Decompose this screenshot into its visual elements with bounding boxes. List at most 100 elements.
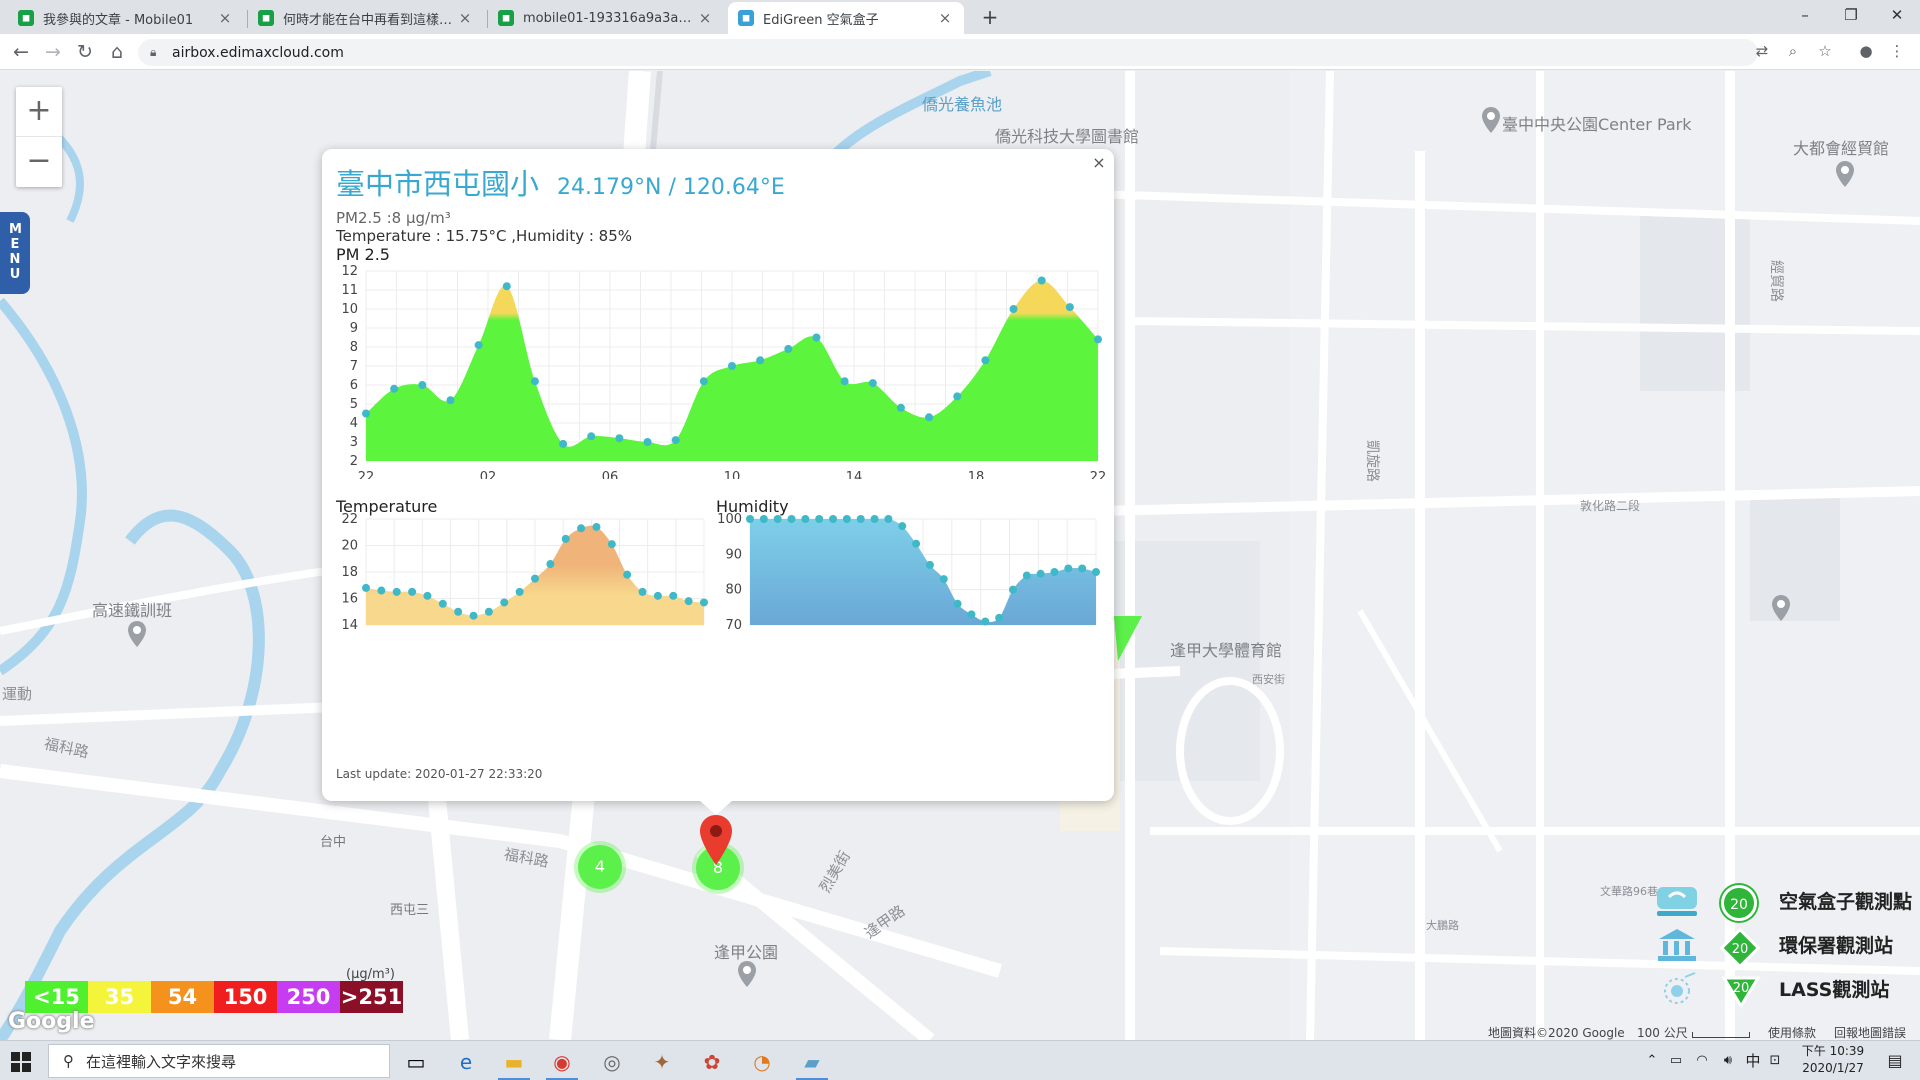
data-point: [1022, 571, 1031, 580]
legend-badge: 20: [1721, 885, 1757, 921]
data-point: [784, 344, 793, 353]
temperature-chart: 14 16 18 20 22: [341, 513, 708, 633]
place-pin-icon: [1772, 595, 1790, 621]
tab-close-icon[interactable]: ×: [216, 9, 234, 27]
y-tick-label: 100: [717, 513, 742, 527]
terms-link[interactable]: 使用條款: [1768, 1024, 1816, 1040]
more-menu-icon[interactable]: ⋮: [1886, 42, 1908, 64]
forward-arrow-icon[interactable]: →: [40, 39, 66, 65]
windows-taskbar: ⚲ 在這裡輸入文字來搜尋 ▭ e ▬ ◉ ◎ ✦ ✿ ◔ ▰ ⌃ ▭ ◠ 🔊︎ …: [0, 1040, 1920, 1080]
minimize-button[interactable]: –: [1782, 0, 1828, 34]
selected-station-pin-icon[interactable]: [698, 813, 734, 867]
data-point: [390, 384, 399, 393]
data-point: [423, 591, 432, 600]
maximize-button[interactable]: ❐: [1828, 0, 1874, 34]
map-label: 臺中中央公園Center Park: [1502, 115, 1692, 134]
browser-tab-1[interactable]: ◼ 我參與的文章 - Mobile01 ×: [8, 2, 244, 34]
taskbar-search-box[interactable]: ⚲ 在這裡輸入文字來搜尋: [48, 1044, 390, 1078]
data-point: [546, 560, 555, 569]
browser-toolbar: ← → ↻ ⌂ 🔒︎ airbox.edimaxcloud.com ⇄ ⌕ ☆ …: [0, 34, 1920, 70]
data-point: [438, 599, 447, 608]
tab-title: EdiGreen 空氣盒子: [763, 12, 879, 28]
browser-tab-3[interactable]: ◼ mobile01-193316a9a3a11dfcb ×: [488, 2, 724, 34]
y-tick-label: 6: [350, 378, 358, 393]
zoom-magnifier-icon[interactable]: ⌕: [1782, 42, 1804, 64]
map-label: 敦化路二段: [1580, 499, 1641, 513]
data-point: [925, 560, 934, 569]
zoom-in-button[interactable]: +: [16, 87, 62, 137]
battery-icon[interactable]: ▭: [1664, 1041, 1688, 1080]
x-tick-label: 02: [480, 470, 497, 479]
y-tick-label: 11: [341, 283, 358, 298]
place-pin-icon: [128, 621, 146, 647]
blender-icon[interactable]: ◔: [740, 1046, 784, 1078]
data-point: [559, 439, 568, 448]
new-tab-button[interactable]: +: [976, 5, 1004, 29]
windows-start-icon[interactable]: [10, 1051, 32, 1073]
data-point: [856, 515, 865, 523]
tab-title: 何時才能在台中再看到這樣的藍天: [283, 12, 456, 28]
back-arrow-icon[interactable]: ←: [8, 39, 34, 65]
map-label: 台中: [320, 835, 347, 850]
x-tick-label: 14: [846, 470, 863, 479]
data-point: [953, 392, 962, 401]
browser-tab-2[interactable]: ◼ 何時才能在台中再看到這樣的藍天 ×: [248, 2, 484, 34]
data-point: [1037, 276, 1046, 285]
map-label: 大鵬路: [1426, 919, 1459, 932]
y-tick-label: 22: [341, 513, 358, 527]
tab-close-icon[interactable]: ×: [456, 9, 474, 27]
close-window-button[interactable]: ✕: [1874, 0, 1920, 34]
chrome-browser-icon[interactable]: ◉: [540, 1046, 584, 1080]
edge-browser-icon[interactable]: e: [444, 1046, 488, 1078]
profile-avatar-icon[interactable]: ●: [1855, 42, 1877, 64]
input-mode-icon[interactable]: ⊡: [1764, 1041, 1786, 1080]
ime-indicator[interactable]: 中: [1742, 1041, 1764, 1080]
scale-level: >251: [340, 981, 403, 1013]
bookmark-star-icon[interactable]: ☆: [1814, 42, 1836, 64]
legend-lass-row: 20 LASS觀測站: [1655, 969, 1915, 1009]
tab-close-icon[interactable]: ×: [936, 9, 954, 27]
cluster-marker[interactable]: 4: [578, 845, 622, 889]
translate-icon[interactable]: ⇄: [1751, 42, 1773, 64]
file-explorer-icon[interactable]: ▬: [492, 1046, 536, 1080]
data-point: [700, 598, 708, 607]
data-point: [607, 540, 616, 549]
y-tick-label: 70: [725, 618, 742, 633]
lock-icon: 🔒︎: [150, 45, 157, 59]
app-icon-3[interactable]: ✿: [690, 1046, 734, 1078]
wifi-icon[interactable]: ◠: [1690, 1041, 1714, 1080]
data-point: [531, 574, 539, 583]
app-icon-1[interactable]: ◎: [590, 1046, 634, 1078]
app-icon-4[interactable]: ▰: [790, 1046, 834, 1080]
data-point: [577, 524, 586, 533]
clock-date: 2020/1/27: [1802, 1061, 1864, 1075]
temp-humidity-reading: Temperature : 15.75°C ,Humidity : 85%: [336, 227, 633, 245]
map-label: 高速鐵訓班: [92, 601, 173, 620]
popup-close-button[interactable]: ×: [1090, 153, 1108, 172]
system-clock[interactable]: 下午 10:39 2020/1/27: [1788, 1043, 1878, 1077]
browser-tab-active[interactable]: ◼ EdiGreen 空氣盒子 ×: [728, 2, 964, 34]
app-icon-2[interactable]: ✦: [640, 1046, 684, 1078]
notification-icon[interactable]: ▤: [1880, 1041, 1910, 1080]
data-point: [787, 515, 796, 523]
legend-label: 環保署觀測站: [1779, 935, 1894, 957]
data-point: [981, 617, 990, 626]
zoom-out-button[interactable]: −: [16, 137, 62, 187]
data-point: [671, 436, 680, 445]
menu-tab-button[interactable]: MENU: [0, 212, 30, 294]
mobile01-favicon-icon: ◼: [18, 10, 34, 26]
tab-close-icon[interactable]: ×: [696, 9, 714, 27]
reload-icon[interactable]: ↻: [72, 39, 98, 65]
task-view-icon[interactable]: ▭: [394, 1046, 438, 1078]
home-icon[interactable]: ⌂: [104, 39, 130, 65]
report-map-error-link[interactable]: 回報地圖錯誤: [1834, 1024, 1906, 1040]
y-tick-label: 9: [350, 321, 358, 336]
map-canvas[interactable]: 僑光養魚池 僑光科技大學圖書館 臺中中央公園Center Park 大都會經貿館…: [0, 71, 1920, 1040]
volume-icon[interactable]: 🔊︎: [1716, 1041, 1740, 1080]
data-point: [1078, 564, 1087, 573]
place-pin-icon: [1482, 107, 1500, 133]
tray-expand-icon[interactable]: ⌃: [1642, 1041, 1662, 1080]
data-point: [896, 403, 905, 412]
data-point: [939, 575, 948, 584]
address-bar[interactable]: 🔒︎ airbox.edimaxcloud.com: [138, 39, 1758, 66]
